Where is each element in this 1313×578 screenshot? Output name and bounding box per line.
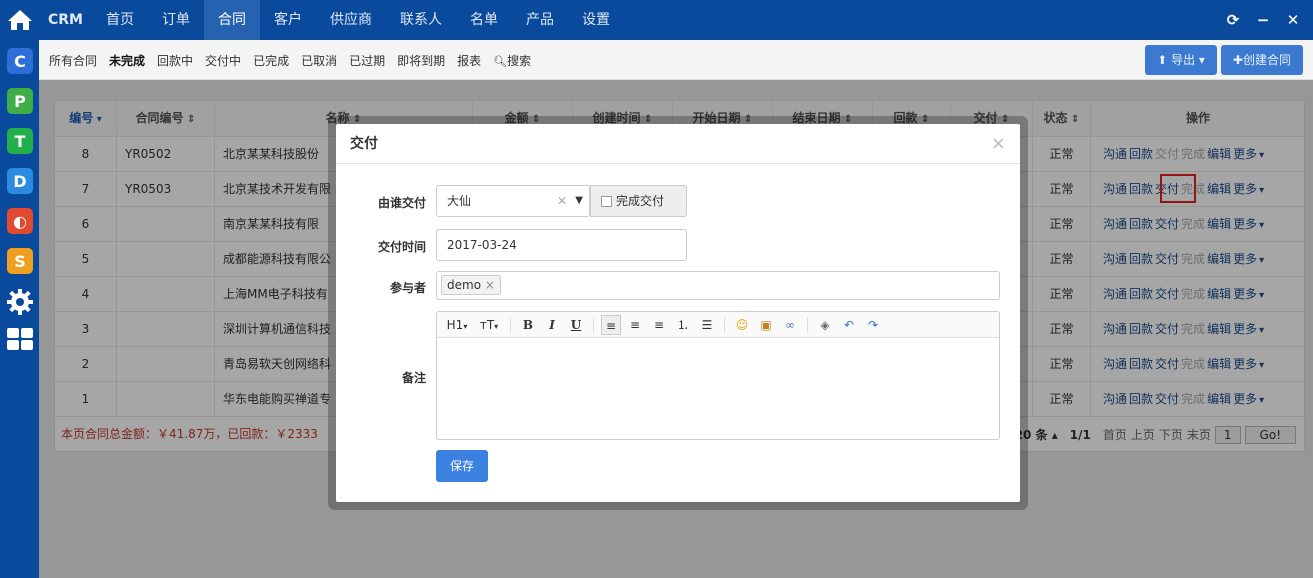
export-label: 导出 bbox=[1171, 53, 1196, 67]
complete-delivery-label: 完成交付 bbox=[616, 194, 665, 208]
toolbar-separator bbox=[724, 316, 725, 333]
settings-gear-icon[interactable] bbox=[6, 288, 34, 316]
image-icon[interactable]: ▣ bbox=[756, 315, 776, 335]
heading-dropdown[interactable]: H1▾ bbox=[443, 315, 471, 335]
filter-tab[interactable]: 已取消 bbox=[301, 52, 337, 69]
complete-delivery-checkbox[interactable]: 完成交付 bbox=[590, 185, 687, 217]
toolbar-separator bbox=[593, 316, 594, 333]
nav-item[interactable]: 设置 bbox=[568, 0, 624, 40]
nav-item[interactable]: 订单 bbox=[148, 0, 204, 40]
eraser-icon[interactable]: ◈ bbox=[815, 315, 835, 335]
link-icon[interactable]: ∞ bbox=[780, 315, 800, 335]
window-controls: ⟳ − ✕ bbox=[1225, 0, 1301, 40]
plus-icon: ✚ bbox=[1232, 53, 1243, 67]
align-left-icon[interactable]: ≡ bbox=[601, 314, 621, 335]
redo-icon[interactable]: ↷ bbox=[863, 315, 883, 335]
toolbar-separator bbox=[510, 316, 511, 333]
delivery-date-input[interactable]: 2017-03-24 bbox=[436, 229, 687, 261]
filter-tab[interactable]: 报表 bbox=[457, 52, 481, 69]
nav-item[interactable]: 供应商 bbox=[316, 0, 386, 40]
notes-editor[interactable] bbox=[436, 338, 1000, 440]
export-button[interactable]: ⬆ 导出 ▾ bbox=[1145, 45, 1217, 75]
filter-tab[interactable]: 交付中 bbox=[205, 52, 241, 69]
participant-tag-label: demo bbox=[447, 278, 482, 292]
remove-tag-icon[interactable]: × bbox=[485, 278, 495, 292]
refresh-icon[interactable]: ⟳ bbox=[1225, 11, 1241, 29]
app-shortcut-icon[interactable]: ◐ bbox=[7, 208, 33, 234]
nav-item[interactable]: 产品 bbox=[512, 0, 568, 40]
toolbar-separator bbox=[807, 316, 808, 333]
filter-tab[interactable]: 未完成 bbox=[109, 52, 145, 69]
deliver-dialog: 交付 × 由谁交付 大仙 ✕ ▼ 完成交付 交付时间 2017-03-24 参与… bbox=[336, 124, 1020, 502]
chevron-down-icon: ▼ bbox=[575, 195, 583, 206]
bold-button[interactable]: B bbox=[518, 315, 538, 335]
nav-item[interactable]: 联系人 bbox=[386, 0, 456, 40]
undo-icon[interactable]: ↶ bbox=[839, 315, 859, 335]
contract-filter-bar: 所有合同 未完成 回款中 交付中 已完成 已取消 已过期 即将到期 报表 🔍︎搜索 ⬆ 导出 ▾ … bbox=[39, 40, 1313, 80]
align-center-icon[interactable]: ≡ bbox=[625, 315, 645, 335]
dialog-title: 交付 bbox=[350, 136, 378, 152]
deliverer-value: 大仙 bbox=[447, 194, 472, 208]
heading-label: H1 bbox=[446, 317, 464, 332]
app-shortcut-icon[interactable]: D bbox=[7, 168, 33, 194]
clear-icon[interactable]: ✕ bbox=[557, 186, 567, 216]
nav-item[interactable]: 名单 bbox=[456, 0, 512, 40]
home-icon[interactable] bbox=[0, 0, 39, 40]
ordered-list-icon[interactable]: ⒈ bbox=[673, 315, 693, 335]
participants-input[interactable]: demo × bbox=[436, 271, 1000, 300]
minimize-icon[interactable]: − bbox=[1255, 11, 1271, 29]
participant-tag: demo × bbox=[441, 275, 501, 295]
who-label: 由谁交付 bbox=[377, 196, 426, 210]
checkbox-icon bbox=[601, 196, 612, 207]
app-shortcut-icon[interactable]: T bbox=[7, 128, 33, 154]
upload-icon: ⬆ bbox=[1157, 53, 1172, 67]
save-button[interactable]: 保存 bbox=[436, 450, 488, 482]
create-contract-button[interactable]: ✚创建合同 bbox=[1220, 45, 1303, 75]
emoji-icon[interactable]: ☺ bbox=[732, 315, 752, 335]
unordered-list-icon[interactable]: ☰ bbox=[697, 315, 717, 335]
app-sidebar: C P T D ◐ S bbox=[0, 40, 39, 578]
top-bar: CRM 首页 订单 合同 客户 供应商 联系人 名单 产品 设置 ⟳ − ✕ bbox=[0, 0, 1313, 40]
editor-toolbar: H1▾ тT▾ B I U ≡ ≡ ≡ ⒈ ☰ ☺ ▣ ∞ ◈ ↶ ↷ bbox=[436, 311, 1000, 338]
filter-tab[interactable]: 回款中 bbox=[157, 52, 193, 69]
filter-tab[interactable]: 已过期 bbox=[349, 52, 385, 69]
dialog-header: 交付 × bbox=[336, 124, 1020, 164]
close-icon[interactable]: ✕ bbox=[1285, 11, 1301, 29]
main-nav: 首页 订单 合同 客户 供应商 联系人 名单 产品 设置 bbox=[92, 0, 624, 40]
app-shortcut-icon[interactable]: P bbox=[7, 88, 33, 114]
participants-label: 参与者 bbox=[389, 281, 426, 295]
font-size-label: тT bbox=[479, 317, 495, 332]
filter-tab[interactable]: 所有合同 bbox=[49, 52, 97, 69]
nav-item[interactable]: 客户 bbox=[260, 0, 316, 40]
align-right-icon[interactable]: ≡ bbox=[649, 315, 669, 335]
deliverer-select[interactable]: 大仙 ✕ ▼ bbox=[436, 185, 590, 217]
nav-item[interactable]: 合同 bbox=[204, 0, 260, 40]
italic-button[interactable]: I bbox=[542, 315, 562, 335]
filter-tab[interactable]: 即将到期 bbox=[397, 52, 445, 69]
underline-button[interactable]: U bbox=[566, 315, 586, 335]
close-icon[interactable]: × bbox=[991, 124, 1006, 164]
notes-label: 备注 bbox=[401, 371, 426, 385]
search-icon: 🔍︎ bbox=[493, 54, 508, 68]
filter-tab[interactable]: 已完成 bbox=[253, 52, 289, 69]
time-label: 交付时间 bbox=[377, 240, 426, 254]
filter-tab[interactable]: 🔍︎搜索 bbox=[493, 52, 531, 69]
create-contract-label: 创建合同 bbox=[1242, 53, 1291, 67]
nav-item[interactable]: 首页 bbox=[92, 0, 148, 40]
brand-logo[interactable]: CRM bbox=[48, 0, 83, 40]
apps-grid-icon[interactable] bbox=[6, 327, 34, 351]
filter-tab-label: 搜索 bbox=[507, 53, 532, 68]
app-shortcut-icon[interactable]: S bbox=[7, 248, 33, 274]
font-size-dropdown[interactable]: тT▾ bbox=[475, 315, 503, 335]
app-shortcut-icon[interactable]: C bbox=[7, 48, 33, 74]
